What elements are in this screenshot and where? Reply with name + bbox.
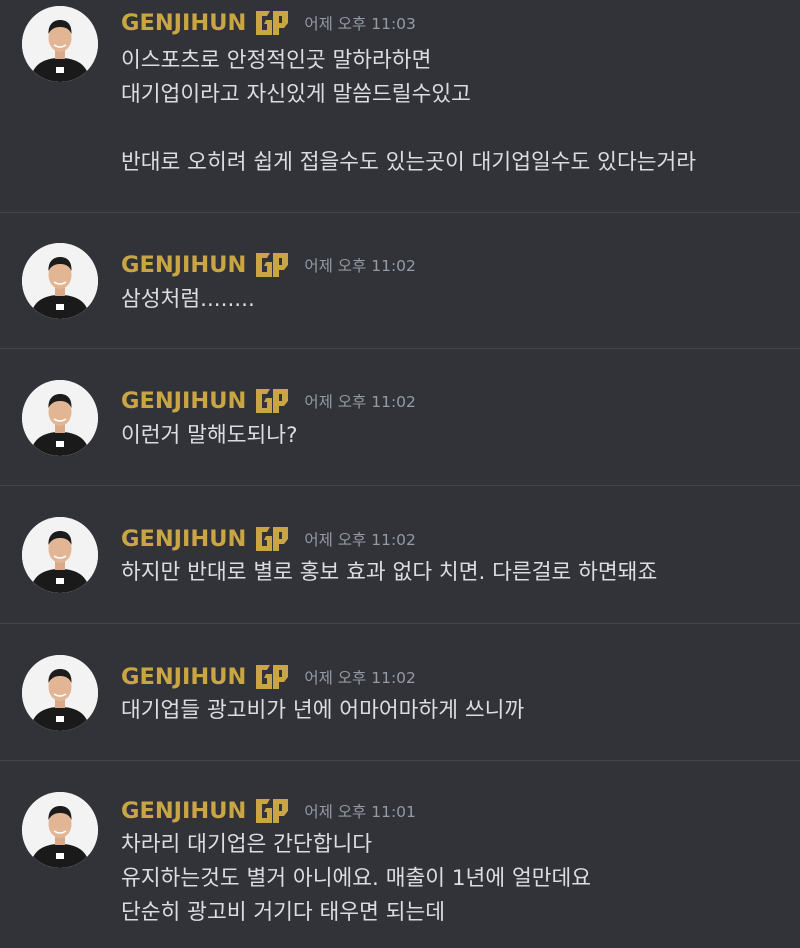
avatar[interactable]	[22, 792, 98, 868]
message-text-line: 대기업이라고 자신있게 말씀드릴수있고	[121, 82, 471, 107]
username[interactable]: GENJIHUN	[121, 388, 246, 414]
timestamp: 어제 오후 11:01	[304, 803, 416, 821]
gen-g-badge-icon	[254, 662, 290, 692]
message-header: GENJIHUN 어제 오후 11:01	[121, 794, 416, 828]
message-item: GENJIHUN 어제 오후 11:02 대기업들 광고비가 년에 어마어마하게…	[0, 624, 800, 760]
message-header: GENJIHUN 어제 오후 11:02	[121, 248, 416, 282]
message-text-line: 유지하는것도 별거 아니에요. 매출이 1년에 얼만데요	[121, 866, 592, 891]
avatar[interactable]	[22, 243, 98, 319]
avatar[interactable]	[22, 6, 98, 82]
message-text-line: 차라리 대기업은 간단합니다	[121, 832, 373, 857]
message-header: GENJIHUN 어제 오후 11:02	[121, 660, 416, 694]
username[interactable]: GENJIHUN	[121, 664, 246, 690]
username[interactable]: GENJIHUN	[121, 10, 246, 36]
gen-g-badge-icon	[254, 8, 290, 38]
gen-g-badge-icon	[254, 386, 290, 416]
message-text-line: 단순히 광고비 거기다 태우면 되는데	[121, 900, 446, 925]
username[interactable]: GENJIHUN	[121, 798, 246, 824]
gen-g-badge-icon	[254, 524, 290, 554]
message-item: GENJIHUN 어제 오후 11:02 이런거 말해도되나?	[0, 349, 800, 485]
timestamp: 어제 오후 11:02	[304, 669, 416, 687]
gen-g-badge-icon	[254, 796, 290, 826]
avatar[interactable]	[22, 517, 98, 593]
message-header: GENJIHUN 어제 오후 11:02	[121, 522, 416, 556]
timestamp: 어제 오후 11:02	[304, 531, 416, 549]
timestamp: 어제 오후 11:03	[304, 15, 416, 33]
username[interactable]: GENJIHUN	[121, 252, 246, 278]
message-text-line: 하지만 반대로 별로 홍보 효과 없다 치면. 다른걸로 하면돼죠	[121, 560, 658, 585]
message-text-line: 이스포츠로 안정적인곳 말하라하면	[121, 48, 432, 73]
message-header: GENJIHUN 어제 오후 11:03	[121, 6, 416, 40]
message-text-line: 반대로 오히려 쉽게 접을수도 있는곳이 대기업일수도 있다는거라	[121, 150, 697, 175]
message-header: GENJIHUN 어제 오후 11:02	[121, 384, 416, 418]
message-text-line: 대기업들 광고비가 년에 어마어마하게 쓰니까	[121, 698, 525, 723]
message-text-line: 삼성처럼........	[121, 287, 255, 312]
username[interactable]: GENJIHUN	[121, 526, 246, 552]
timestamp: 어제 오후 11:02	[304, 257, 416, 275]
avatar[interactable]	[22, 380, 98, 456]
message-item: GENJIHUN 어제 오후 11:03 이스포츠로 안정적인곳 말하라하면 대…	[0, 0, 800, 212]
avatar[interactable]	[22, 655, 98, 731]
message-item: GENJIHUN 어제 오후 11:02 하지만 반대로 별로 홍보 효과 없다…	[0, 486, 800, 623]
message-text-line: 이런거 말해도되나?	[121, 423, 298, 448]
timestamp: 어제 오후 11:02	[304, 393, 416, 411]
gen-g-badge-icon	[254, 250, 290, 280]
message-item: GENJIHUN 어제 오후 11:02 삼성처럼........	[0, 213, 800, 348]
message-item: GENJIHUN 어제 오후 11:01 차라리 대기업은 간단합니다 유지하는…	[0, 761, 800, 948]
